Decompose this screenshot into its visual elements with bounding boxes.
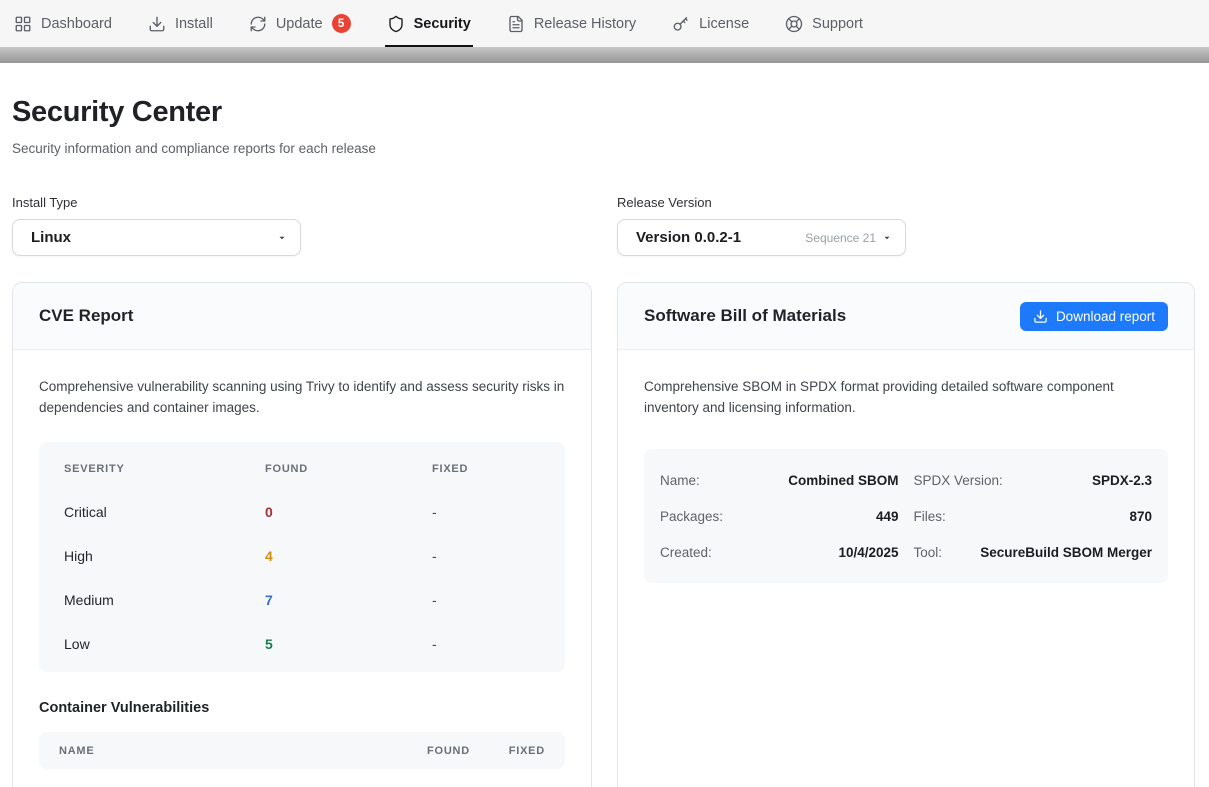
scroll-shadow-band [0,47,1209,63]
fixed-count: - [432,548,540,564]
sbom-field-spdx-version: SPDX Version: SPDX-2.3 [914,462,1153,498]
nav-item-license[interactable]: License [672,0,749,47]
sbom-info-box: Name: Combined SBOM SPDX Version: SPDX-2… [644,449,1168,583]
found-column-header: FOUND [265,463,432,475]
table-row-medium: Medium 7 - [39,578,565,622]
sbom-card: Software Bill of Materials Download repo… [617,282,1195,787]
nav-label-update: Update [276,16,323,32]
table-row-high: High 4 - [39,534,565,578]
nav-label-install: Install [175,16,213,32]
nav-item-install[interactable]: Install [148,0,213,47]
chevron-down-icon [277,233,287,243]
fixed-count: - [432,636,540,652]
download-icon [1033,309,1048,324]
found-count: 7 [265,592,432,608]
cve-report-card-header: CVE Report [13,283,591,350]
table-row-low: Low 5 - [39,622,565,666]
field-value: 10/4/2025 [712,545,899,560]
document-icon [507,15,525,33]
field-label: Tool: [914,545,943,560]
field-label: Packages: [660,509,723,524]
severity-name: Low [64,636,265,652]
fixed-column-header: FIXED [432,463,540,475]
page-title: Security Center [12,96,1197,129]
nav-label-release-history: Release History [534,16,636,32]
fixed-count: - [432,504,540,520]
top-navigation: Dashboard Install Update 5 Security Rele… [0,0,1209,47]
dashboard-grid-icon [14,15,32,33]
release-version-label: Release Version [617,195,1195,210]
sbom-field-created: Created: 10/4/2025 [660,534,899,570]
sbom-field-tool: Tool: SecureBuild SBOM Merger [914,534,1153,570]
install-type-value: Linux [31,229,71,246]
sbom-title: Software Bill of Materials [644,306,846,326]
install-type-filter: Install Type Linux [12,195,592,256]
container-table-header: NAME FOUND FIXED [39,732,565,769]
install-type-select[interactable]: Linux [12,219,301,256]
install-type-label: Install Type [12,195,592,210]
field-value: 870 [946,509,1152,524]
download-icon [148,15,166,33]
release-version-select[interactable]: Version 0.0.2-1 Sequence 21 [617,219,906,256]
nav-item-security[interactable]: Security [387,0,471,47]
nav-label-license: License [699,16,749,32]
field-label: Name: [660,473,700,488]
page-subtitle: Security information and compliance repo… [12,141,1197,156]
release-version-value: Version 0.0.2-1 [636,229,741,246]
sbom-description: Comprehensive SBOM in SPDX format provid… [644,376,1168,418]
fixed-count: - [432,592,540,608]
severity-name: Medium [64,592,265,608]
nav-label-support: Support [812,16,863,32]
sbom-field-name: Name: Combined SBOM [660,462,899,498]
found-count: 4 [265,548,432,564]
field-value: SecureBuild SBOM Merger [942,545,1152,560]
severity-name: Critical [64,504,265,520]
table-row-critical: Critical 0 - [39,490,565,534]
sequence-hint: Sequence 21 [805,231,876,245]
severity-column-header: SEVERITY [64,463,265,475]
life-buoy-icon [785,15,803,33]
severity-name: High [64,548,265,564]
shield-icon [387,15,405,33]
severity-table-header: SEVERITY FOUND FIXED [39,448,565,490]
field-value: 449 [723,509,898,524]
found-column-header: FOUND [408,745,470,757]
field-label: Files: [914,509,946,524]
sbom-field-files: Files: 870 [914,498,1153,534]
field-label: SPDX Version: [914,473,1003,488]
field-value: Combined SBOM [700,473,899,488]
chevron-down-icon [882,233,892,243]
found-count: 5 [265,636,432,652]
found-count: 0 [265,504,432,520]
nav-item-release-history[interactable]: Release History [507,0,636,47]
filters-row: Install Type Linux Release Version Versi… [12,195,1197,256]
nav-item-support[interactable]: Support [785,0,863,47]
sbom-field-packages: Packages: 449 [660,498,899,534]
download-report-button[interactable]: Download report [1020,302,1168,331]
fixed-column-header: FIXED [488,745,545,757]
update-count-badge: 5 [332,14,351,33]
field-label: Created: [660,545,712,560]
nav-item-update[interactable]: Update 5 [249,0,351,47]
nav-label-dashboard: Dashboard [41,16,112,32]
name-column-header: NAME [59,745,408,757]
cve-report-description: Comprehensive vulnerability scanning usi… [39,376,565,418]
nav-label-security: Security [414,16,471,32]
key-icon [672,15,690,33]
refresh-icon [249,15,267,33]
container-vulnerabilities-title: Container Vulnerabilities [39,700,565,716]
download-report-label: Download report [1056,309,1155,324]
field-value: SPDX-2.3 [1003,473,1152,488]
severity-table: SEVERITY FOUND FIXED Critical 0 - High 4… [39,442,565,672]
sbom-card-header: Software Bill of Materials Download repo… [618,283,1194,350]
release-version-filter: Release Version Version 0.0.2-1 Sequence… [617,195,1195,256]
nav-item-dashboard[interactable]: Dashboard [14,0,112,47]
cve-report-title: CVE Report [39,306,133,326]
cve-report-card: CVE Report Comprehensive vulnerability s… [12,282,592,787]
